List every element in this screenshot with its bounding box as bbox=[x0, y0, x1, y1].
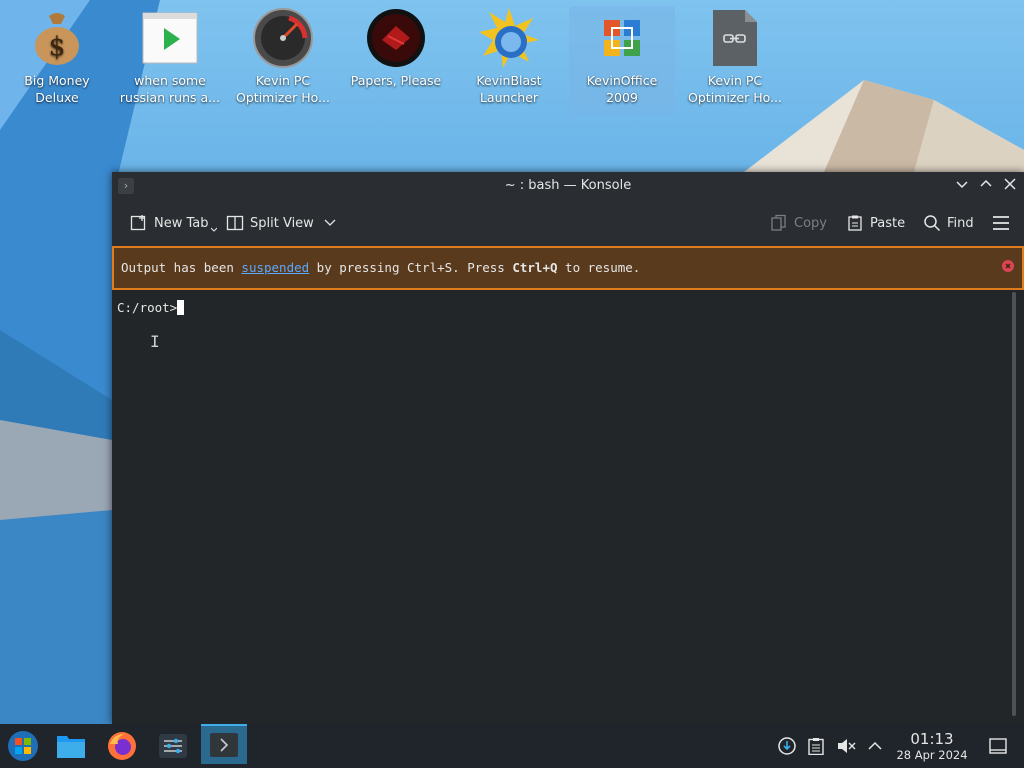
minimize-button[interactable] bbox=[952, 176, 972, 196]
tray-clipboard-button[interactable] bbox=[806, 736, 826, 756]
desktop-icon-papers-please[interactable]: Papers, Please bbox=[343, 6, 449, 89]
maximize-button[interactable] bbox=[976, 176, 996, 196]
banner-text-mid: by pressing Ctrl+S. Press bbox=[309, 260, 513, 275]
chevron-down-icon bbox=[956, 181, 968, 189]
paste-icon bbox=[848, 215, 862, 231]
terminal-scrollbar[interactable] bbox=[1008, 290, 1020, 718]
banner-key: Ctrl+Q bbox=[512, 260, 558, 275]
desktop-icon-label: Kevin PC Optimizer Ho... bbox=[688, 73, 782, 105]
copy-label: Copy bbox=[794, 215, 827, 231]
terminal-prompt: C:/root> bbox=[117, 300, 185, 315]
split-view-icon bbox=[226, 215, 244, 231]
ibeam-cursor-icon: I bbox=[150, 332, 160, 351]
speedometer-icon bbox=[253, 8, 313, 68]
link-file-icon bbox=[713, 10, 757, 66]
new-tab-label: New Tab bbox=[154, 215, 209, 231]
banner-close-button[interactable] bbox=[1002, 260, 1014, 272]
close-icon bbox=[1004, 178, 1016, 190]
desktop-icon-label: Big Money Deluxe bbox=[24, 73, 90, 105]
chevron-down-icon bbox=[324, 219, 336, 226]
hamburger-menu-icon bbox=[993, 216, 1009, 230]
taskbar-clock[interactable]: 01:13 28 Apr 2024 bbox=[888, 730, 976, 762]
desktop-icon-kevinblast-launcher[interactable]: KevinBlast Launcher bbox=[456, 6, 562, 106]
konsole-toolbar: New Tab Split View Copy Paste Find bbox=[112, 200, 1024, 246]
copy-button[interactable]: Copy bbox=[770, 211, 827, 235]
close-icon bbox=[1005, 263, 1011, 269]
volume-muted-icon bbox=[838, 739, 856, 753]
banner-message: Output has been suspended by pressing Ct… bbox=[121, 260, 640, 275]
office-logo-icon bbox=[604, 20, 640, 56]
new-tab-icon bbox=[130, 215, 146, 231]
desktop-icon-label: when some russian runs a... bbox=[119, 73, 221, 105]
papers-please-icon bbox=[367, 9, 425, 67]
show-desktop-icon bbox=[989, 738, 1007, 754]
clipboard-icon bbox=[808, 738, 824, 755]
desktop-icon-label: KevinOffice 2009 bbox=[586, 73, 658, 105]
desktop-icon-label: KevinBlast Launcher bbox=[476, 73, 542, 105]
file-manager-icon bbox=[57, 736, 85, 758]
clock-date: 28 Apr 2024 bbox=[896, 748, 968, 762]
konsole-task-button[interactable] bbox=[201, 724, 247, 764]
taskbar: 01:13 28 Apr 2024 bbox=[0, 724, 1024, 768]
settings-icon bbox=[159, 734, 187, 758]
firefox-button[interactable] bbox=[99, 726, 145, 766]
firefox-icon bbox=[108, 732, 136, 760]
money-bag-icon: $ bbox=[35, 13, 79, 65]
desktop-icon-kevinoffice-2009[interactable]: KevinOffice 2009 bbox=[569, 6, 675, 116]
desktop-icon-video[interactable]: when some russian runs a... bbox=[117, 6, 223, 106]
tray-updates-button[interactable] bbox=[777, 736, 797, 756]
split-view-button[interactable]: Split View bbox=[226, 211, 336, 235]
sunburst-launcher-icon bbox=[479, 8, 539, 68]
desktop-icon-label: Kevin PC Optimizer Ho... bbox=[236, 73, 330, 105]
find-label: Find bbox=[947, 215, 974, 231]
close-button[interactable] bbox=[1000, 176, 1020, 196]
desktop-icon-kevin-pc-optimizer[interactable]: Kevin PC Optimizer Ho... bbox=[230, 6, 336, 106]
chevron-up-icon bbox=[868, 741, 882, 750]
video-file-icon bbox=[142, 12, 198, 64]
paste-label: Paste bbox=[870, 215, 906, 231]
paste-button[interactable]: Paste bbox=[846, 211, 905, 235]
search-icon bbox=[924, 215, 941, 232]
copy-icon bbox=[771, 214, 786, 231]
dropdown-arrow-icon bbox=[210, 227, 217, 232]
find-button[interactable]: Find bbox=[923, 211, 974, 235]
svg-text:$: $ bbox=[49, 32, 66, 62]
tray-volume-button[interactable] bbox=[836, 736, 856, 756]
banner-text-post: to resume. bbox=[557, 260, 641, 275]
scrollbar-track[interactable] bbox=[1012, 292, 1016, 716]
prompt-text: C:/root> bbox=[117, 300, 178, 315]
update-notifier-icon bbox=[778, 737, 796, 755]
window-titlebar[interactable]: › ~ : bash — Konsole bbox=[112, 172, 1024, 200]
settings-button[interactable] bbox=[150, 726, 196, 766]
banner-text-pre: Output has been bbox=[121, 260, 242, 275]
start-menu-icon bbox=[8, 731, 38, 761]
suspended-output-banner: Output has been suspended by pressing Ct… bbox=[112, 246, 1024, 290]
tray-expand-button[interactable] bbox=[865, 736, 885, 756]
konsole-icon bbox=[210, 733, 238, 757]
clock-time: 01:13 bbox=[910, 730, 954, 748]
desktop-icon-label: Papers, Please bbox=[350, 73, 442, 88]
file-manager-button[interactable] bbox=[48, 726, 94, 766]
show-desktop-button[interactable] bbox=[988, 736, 1008, 756]
chevron-up-icon bbox=[980, 179, 992, 187]
new-tab-button[interactable]: New Tab bbox=[130, 211, 217, 235]
terminal-area[interactable]: C:/root> I bbox=[112, 290, 1005, 724]
suspended-link[interactable]: suspended bbox=[241, 260, 309, 275]
hamburger-menu-button[interactable] bbox=[992, 211, 1010, 235]
start-menu-button[interactable] bbox=[0, 726, 46, 766]
split-view-label: Split View bbox=[250, 215, 314, 231]
text-cursor bbox=[177, 300, 185, 315]
desktop-icon-big-money-deluxe[interactable]: $ Big Money Deluxe bbox=[4, 6, 110, 106]
desktop-icon-kevin-pc-optimizer-link[interactable]: Kevin PC Optimizer Ho... bbox=[682, 6, 788, 106]
window-title: ~ : bash — Konsole bbox=[504, 178, 632, 193]
konsole-window: › ~ : bash — Konsole New Tab Split View … bbox=[112, 172, 1024, 724]
